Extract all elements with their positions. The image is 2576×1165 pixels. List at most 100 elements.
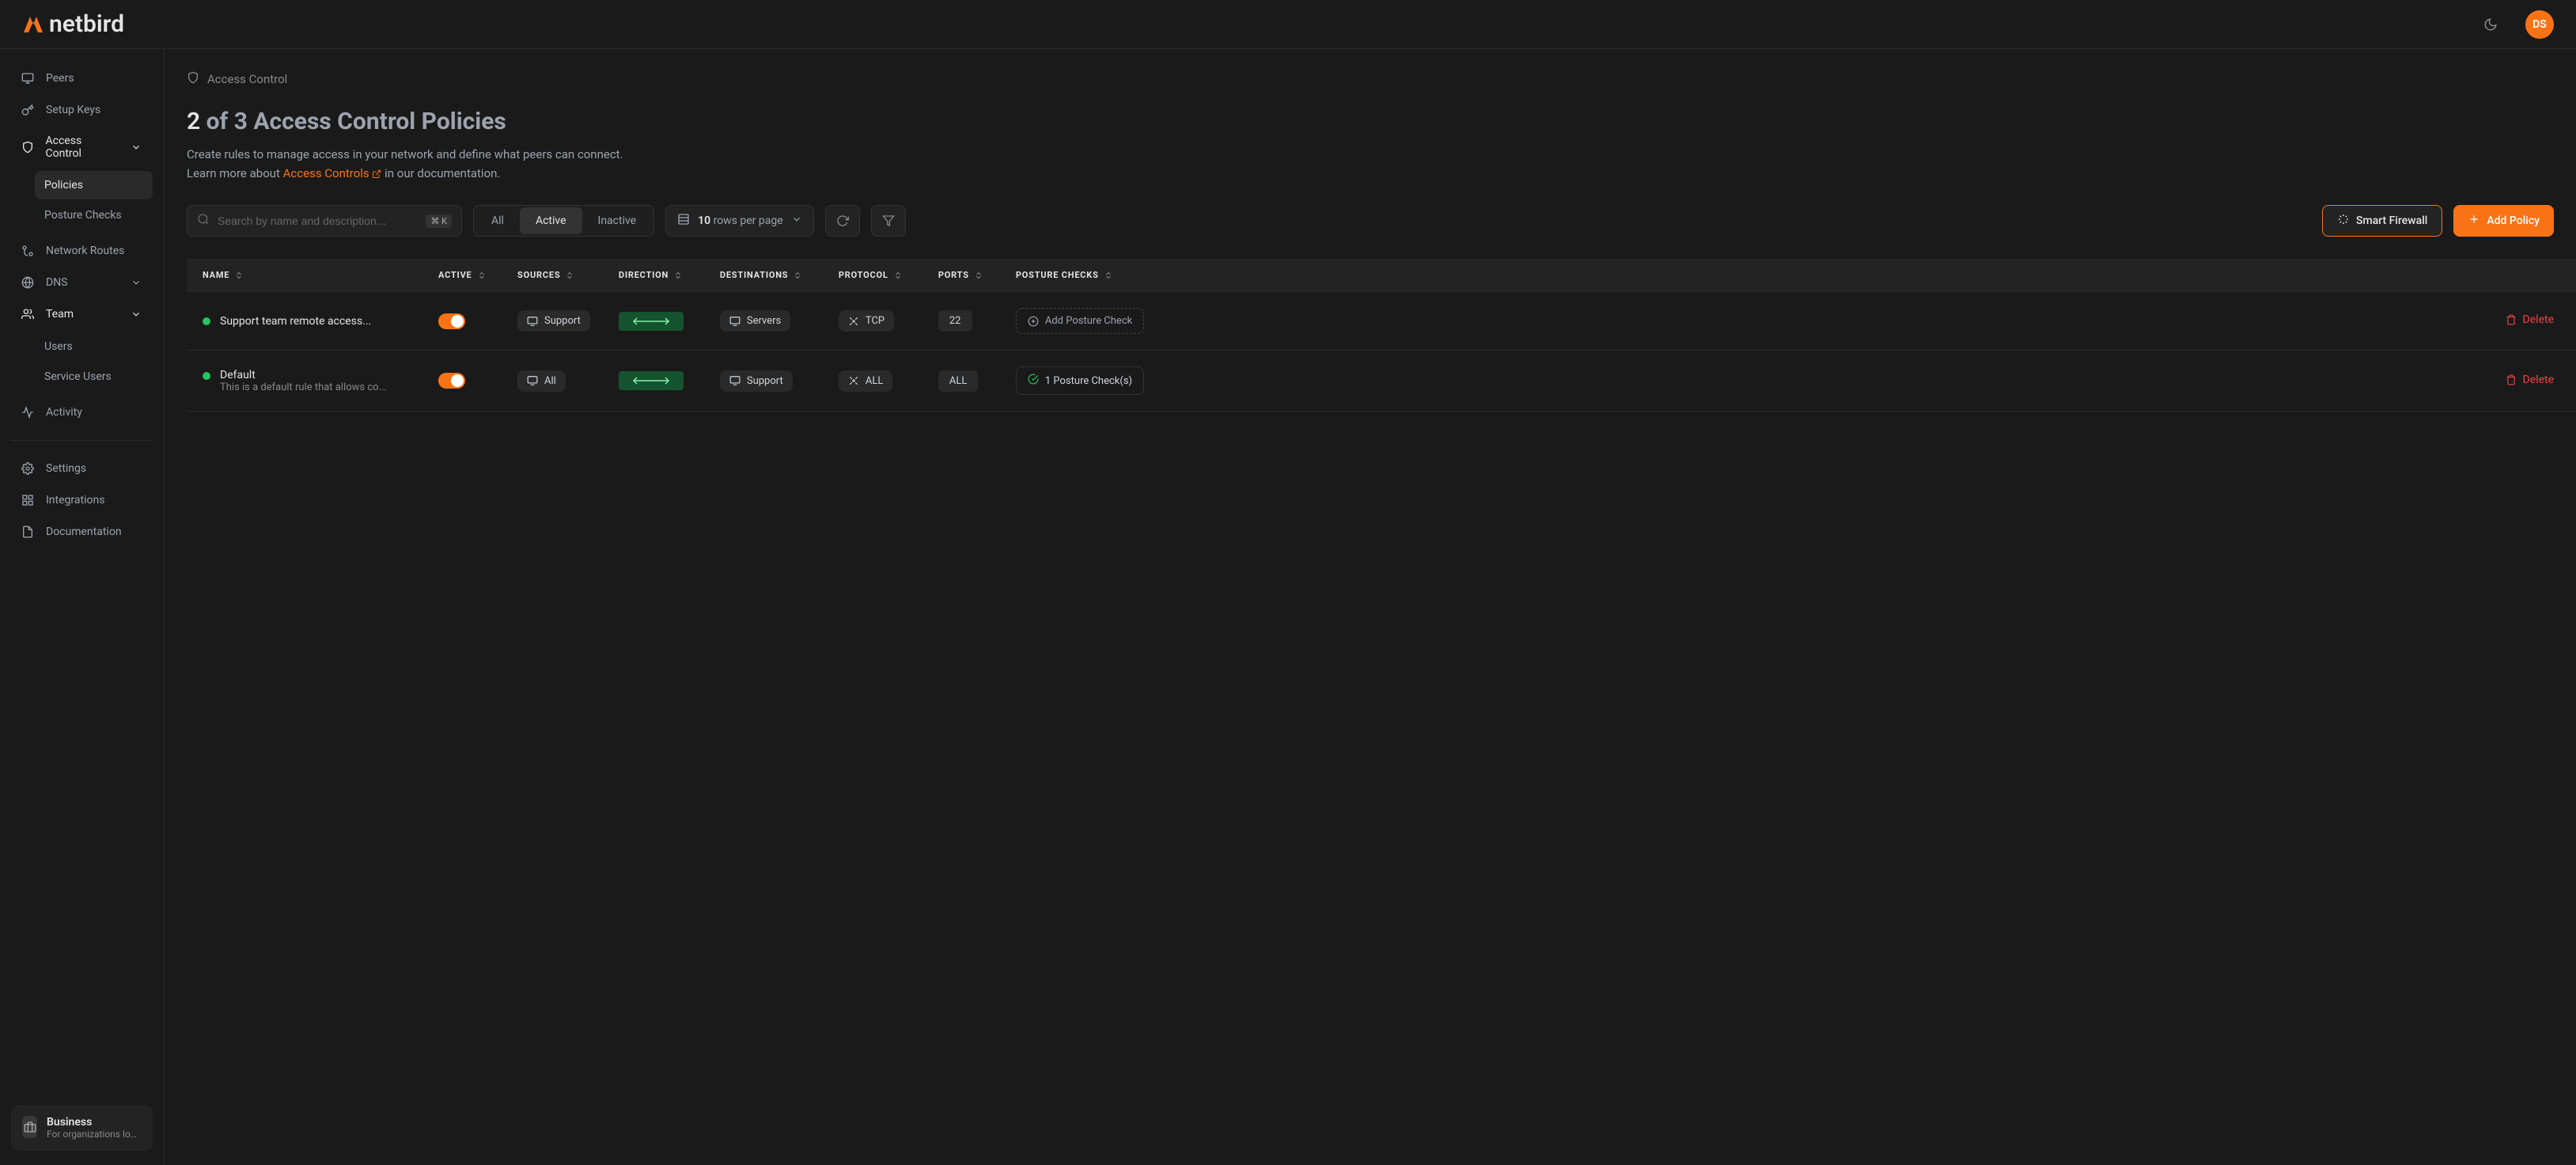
col-active[interactable]: ACTIVE (438, 270, 487, 280)
delete-button[interactable]: Delete (2506, 313, 2554, 326)
users-icon (21, 307, 35, 321)
peer-icon (21, 71, 35, 85)
active-toggle[interactable] (438, 373, 465, 389)
breadcrumb-text: Access Control (207, 72, 287, 86)
delete-button[interactable]: Delete (2506, 374, 2554, 386)
sidebar-item-service-users[interactable]: Service Users (35, 362, 153, 391)
sidebar-item-activity[interactable]: Activity (11, 397, 153, 427)
policies-table: NAME ACTIVE SOURCES DIRECTION DESTINATIO… (187, 259, 2576, 412)
logo[interactable]: netbird (22, 10, 124, 38)
rows-icon (677, 213, 690, 229)
ports-badge: ALL (938, 370, 978, 392)
chevron-down-icon (129, 275, 143, 290)
plus-icon (2468, 213, 2480, 229)
page-title: 2 of 3 Access Control Policies (187, 108, 2576, 135)
active-toggle[interactable] (438, 313, 465, 329)
plan-title: Business (47, 1116, 142, 1129)
source-chip[interactable]: Support (517, 310, 590, 332)
protocol-chip: TCP (839, 310, 894, 332)
policy-name[interactable]: Default (220, 369, 387, 381)
sidebar-item-label: Documentation (46, 526, 122, 538)
file-icon (21, 525, 35, 539)
grid-icon (21, 493, 35, 507)
sidebar-item-users[interactable]: Users (35, 332, 153, 361)
search-kbd: ⌘ K (426, 214, 452, 228)
col-posture[interactable]: POSTURE CHECKS (1016, 270, 1113, 280)
avatar[interactable]: DS (2525, 10, 2554, 39)
sidebar-item-label: Access Control (46, 135, 119, 160)
sidebar-item-peers[interactable]: Peers (11, 63, 153, 93)
sparkle-icon (2337, 213, 2350, 229)
divider (11, 440, 153, 441)
status-dot (203, 372, 210, 380)
sidebar-item-label: Team (46, 308, 74, 321)
smart-firewall-button[interactable]: Smart Firewall (2322, 205, 2442, 237)
destination-chip[interactable]: Servers (720, 310, 790, 332)
shield-icon (187, 71, 199, 87)
sidebar-item-label: Activity (46, 406, 82, 419)
col-destinations[interactable]: DESTINATIONS (720, 270, 802, 280)
sidebar-item-setup-keys[interactable]: Setup Keys (11, 95, 153, 125)
search-icon (197, 213, 210, 229)
destination-chip[interactable]: Support (720, 370, 793, 392)
sidebar-item-label: Network Routes (46, 245, 124, 257)
sidebar-item-integrations[interactable]: Integrations (11, 485, 153, 515)
chevron-down-icon (129, 140, 143, 154)
sidebar-item-label: Integrations (46, 494, 104, 507)
breadcrumb: Access Control (187, 71, 2576, 87)
sidebar-item-network-routes[interactable]: Network Routes (11, 236, 153, 266)
col-ports[interactable]: PORTS (938, 270, 983, 280)
gear-icon (21, 461, 35, 476)
brand-text: netbird (49, 10, 124, 38)
sidebar-item-label: Settings (46, 462, 86, 475)
posture-check-count[interactable]: 1 Posture Check(s) (1016, 366, 1144, 395)
sidebar-item-label: DNS (46, 276, 68, 289)
chevron-down-icon (791, 214, 802, 228)
plan-subtitle: For organizations looki... (47, 1129, 142, 1140)
filter-button[interactable] (871, 205, 906, 237)
filter-all[interactable]: All (475, 207, 520, 234)
sidebar-item-documentation[interactable]: Documentation (11, 517, 153, 547)
source-chip[interactable]: All (517, 370, 566, 392)
sidebar-item-label: Setup Keys (46, 104, 100, 116)
refresh-button[interactable] (825, 205, 860, 237)
sidebar-item-posture-checks[interactable]: Posture Checks (35, 201, 153, 230)
rows-per-page[interactable]: 10 rows per page (665, 205, 814, 237)
activity-icon (21, 405, 35, 419)
col-name[interactable]: NAME (203, 270, 244, 280)
shield-icon (21, 140, 35, 154)
direction-chip (619, 312, 684, 331)
sidebar-item-dns[interactable]: DNS (11, 268, 153, 298)
sidebar-item-team[interactable]: Team (11, 299, 153, 329)
theme-toggle[interactable] (2475, 9, 2506, 40)
key-icon (21, 103, 35, 117)
sidebar-item-settings[interactable]: Settings (11, 453, 153, 484)
chevron-down-icon (129, 307, 143, 321)
policy-name[interactable]: Support team remote access... (220, 315, 371, 328)
policy-desc: This is a default rule that allows co... (220, 381, 387, 393)
status-dot (203, 317, 210, 325)
page-description: Create rules to manage access in your ne… (187, 145, 820, 183)
add-policy-button[interactable]: Add Policy (2453, 205, 2554, 237)
status-filter: All Active Inactive (473, 205, 654, 237)
table-row: Default This is a default rule that allo… (187, 351, 2576, 412)
ports-badge: 22 (938, 310, 972, 332)
table-row: Support team remote access... Support Se… (187, 292, 2576, 351)
routes-icon (21, 244, 35, 258)
filter-active[interactable]: Active (520, 207, 582, 234)
col-sources[interactable]: SOURCES (517, 270, 574, 280)
filter-inactive[interactable]: Inactive (582, 207, 653, 234)
search-input[interactable] (218, 214, 418, 227)
plan-card[interactable]: Business For organizations looki... (11, 1105, 153, 1151)
docs-link[interactable]: Access Controls (283, 166, 382, 180)
globe-icon (21, 275, 35, 290)
search-box[interactable]: ⌘ K (187, 205, 462, 237)
add-posture-check[interactable]: Add Posture Check (1016, 308, 1144, 334)
briefcase-icon (22, 1116, 37, 1138)
col-direction[interactable]: DIRECTION (619, 270, 683, 280)
col-protocol[interactable]: PROTOCOL (839, 270, 903, 280)
sidebar-item-policies[interactable]: Policies (35, 171, 153, 199)
sidebar-item-label: Peers (46, 72, 74, 85)
protocol-chip: ALL (839, 370, 892, 392)
sidebar-item-access-control[interactable]: Access Control (11, 127, 153, 168)
